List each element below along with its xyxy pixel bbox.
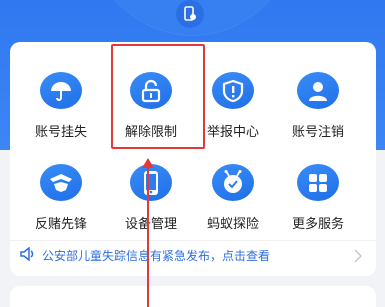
service-label: 更多服务: [291, 217, 344, 232]
service-label: 账号挂失: [34, 125, 87, 140]
secondary-card: [10, 286, 376, 307]
unlock-icon: [130, 72, 172, 109]
service-more[interactable]: 更多服务: [278, 142, 358, 232]
service-ant-adventure[interactable]: 蚂蚁探险: [193, 142, 273, 232]
service-label: 账号注销: [291, 125, 344, 140]
notice-text[interactable]: 公安部儿童失踪信息有紧急发布，点击查看: [42, 247, 270, 264]
annotation-arrow: [147, 162, 149, 307]
megaphone-icon: [20, 246, 36, 264]
service-label: 蚂蚁探险: [206, 217, 259, 232]
service-label: 设备管理: [124, 217, 177, 232]
report-shield-icon: [212, 72, 254, 109]
ant-icon: [212, 164, 254, 201]
service-label: 解除限制: [124, 125, 177, 140]
grid-more-icon: [297, 164, 339, 201]
chevron-right-icon[interactable]: [354, 249, 363, 266]
annotation-arrow-head: [142, 158, 154, 168]
service-remove-restriction[interactable]: 解除限制: [111, 50, 191, 140]
anti-gambling-icon: [40, 164, 82, 201]
phone-shield-icon[interactable]: [176, 0, 204, 28]
notice-bar[interactable]: 公安部儿童失踪信息有紧急发布，点击查看: [10, 240, 376, 270]
service-anti-gambling[interactable]: 反赌先锋: [21, 142, 101, 232]
service-account-loss[interactable]: 账号挂失: [21, 50, 101, 140]
phone-icon: [130, 164, 172, 201]
umbrella-icon: [40, 72, 82, 109]
service-label: 反赌先锋: [34, 217, 87, 232]
user-icon: [297, 72, 339, 109]
service-label: 举报中心: [206, 125, 259, 140]
service-account-cancel[interactable]: 账号注销: [278, 50, 358, 140]
service-device-management[interactable]: 设备管理: [111, 142, 191, 232]
service-report-center[interactable]: 举报中心: [193, 50, 273, 140]
